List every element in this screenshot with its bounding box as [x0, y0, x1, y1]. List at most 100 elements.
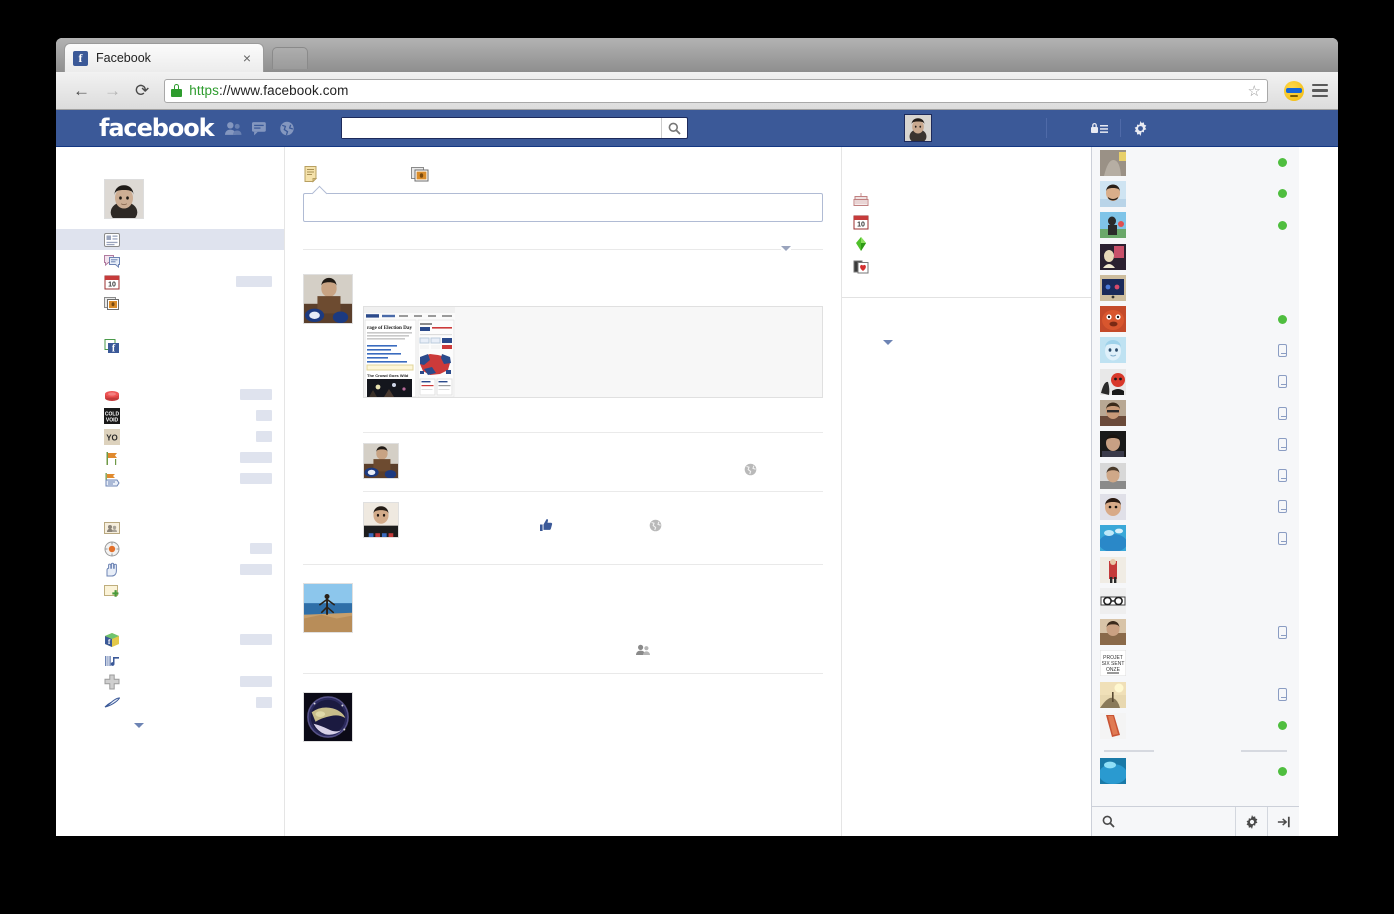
sidebar-item-group-megaphone[interactable]: [56, 468, 285, 489]
messages-icon[interactable]: [252, 121, 269, 136]
right-column-item-events[interactable]: 10: [841, 211, 1091, 233]
chat-contact-row[interactable]: [1092, 397, 1299, 428]
post-author-avatar[interactable]: [303, 692, 353, 742]
tab-strip: f Facebook ×: [56, 38, 1338, 72]
close-tab-icon[interactable]: ×: [239, 50, 255, 66]
chat-contact-row[interactable]: [1092, 585, 1299, 616]
privacy-lock-icon[interactable]: [1091, 122, 1108, 135]
chat-search-button[interactable]: [1092, 807, 1235, 837]
chat-settings-button[interactable]: [1235, 806, 1267, 836]
back-button[interactable]: ←: [66, 82, 97, 99]
chrome-menu-icon[interactable]: [1312, 83, 1328, 98]
sidebar-item-events[interactable]: 10: [56, 271, 285, 292]
chat-collapse-button[interactable]: [1267, 806, 1299, 836]
url-host: www.facebook.com: [230, 83, 349, 98]
chat-contact-row[interactable]: [1092, 147, 1299, 178]
sidebar-item-games[interactable]: [56, 671, 285, 692]
sidebar-item-friends[interactable]: [56, 517, 285, 538]
sidebar-item-apps[interactable]: f: [56, 629, 285, 650]
right-column-item-games[interactable]: [841, 255, 1091, 277]
topbar-divider: [1046, 118, 1047, 138]
chat-contact-row[interactable]: [1092, 523, 1299, 554]
self-profile-thumbnail[interactable]: [904, 114, 932, 142]
sidebar-item-notes[interactable]: [56, 692, 285, 713]
right-column-item-birthdays[interactable]: [841, 189, 1091, 211]
post-author-avatar[interactable]: [303, 274, 353, 324]
chat-contact-row[interactable]: [1092, 178, 1299, 209]
sidebar-item-pokes[interactable]: [56, 538, 285, 559]
comment-privacy[interactable]: [744, 463, 757, 481]
post-privacy[interactable]: [636, 643, 650, 661]
browser-tab-facebook[interactable]: f Facebook ×: [64, 43, 264, 72]
notifications-globe-icon[interactable]: [279, 121, 296, 136]
avatar: [1100, 556, 1126, 583]
public-globe-icon[interactable]: [649, 519, 662, 532]
post-link-preview[interactable]: rage of Election Day The Crowd Goes Wild: [363, 306, 823, 398]
new-tab-button[interactable]: [272, 47, 308, 69]
forward-button[interactable]: →: [97, 82, 128, 99]
sidebar-profile-row[interactable]: [56, 169, 285, 229]
mobile-status-icon: [1278, 343, 1287, 357]
chat-contact-row[interactable]: [1092, 491, 1299, 522]
facebook-logo[interactable]: facebook: [99, 114, 215, 142]
post-author-avatar[interactable]: [303, 583, 353, 633]
friend-requests-icon[interactable]: [225, 121, 242, 136]
young-man-avatar: [364, 503, 398, 537]
group-megaphone-icon: [105, 472, 120, 486]
right-column-more-chevron-down-icon[interactable]: [883, 340, 893, 345]
cliff-coast-avatar: [304, 584, 352, 632]
avatar: [1100, 306, 1126, 333]
post-body: [363, 692, 823, 742]
sidebar-item-badge: [240, 564, 272, 575]
composer-tab-photo[interactable]: [411, 161, 429, 187]
search-input[interactable]: [342, 118, 661, 138]
chat-contact-row[interactable]: [1092, 429, 1299, 460]
chat-contact-row[interactable]: [1092, 335, 1299, 366]
sidebar-item-music[interactable]: [56, 650, 285, 671]
comment-author-avatar[interactable]: [363, 443, 399, 479]
sidebar-item-photos[interactable]: [56, 292, 285, 313]
chat-contact-row[interactable]: [1092, 756, 1299, 787]
sidebar-item-group-yo[interactable]: YO: [56, 426, 285, 447]
status-composer-input[interactable]: [303, 193, 823, 222]
profile-avatar[interactable]: [104, 179, 144, 219]
chat-contact-row[interactable]: [1092, 554, 1299, 585]
facebook-search-box[interactable]: [341, 117, 688, 139]
sidebar-item-page[interactable]: f: [56, 335, 285, 356]
sidebar-item-group-coldvoid[interactable]: COLD VOID: [56, 405, 285, 426]
chat-contact-row[interactable]: [1092, 366, 1299, 397]
sidebar-item-create-group[interactable]: [56, 580, 285, 601]
sidebar-item-news-feed[interactable]: [56, 229, 285, 250]
address-bar[interactable]: https://www.facebook.com ☆: [164, 78, 1268, 103]
sidebar-more-chevron-down-icon[interactable]: [134, 723, 144, 728]
sidebar-item-groups[interactable]: [56, 559, 285, 580]
account-settings-gear-icon[interactable]: [1133, 120, 1148, 136]
feed-post: [303, 565, 823, 674]
chat-contact-row[interactable]: [1092, 710, 1299, 741]
sunglasses-emoji-extension-icon[interactable]: [1284, 80, 1304, 101]
sidebar-item-messages[interactable]: [56, 250, 285, 271]
sidebar-item-badge: [256, 410, 272, 421]
chat-contact-row[interactable]: [1092, 210, 1299, 241]
bookmark-star-icon[interactable]: ☆: [1248, 82, 1261, 100]
groups-icon: [106, 562, 117, 576]
sidebar-item-group-flag[interactable]: [56, 447, 285, 468]
chat-contact-row[interactable]: PROJETSIX SENTONZE PROJET SIX SENT ONZE: [1092, 648, 1299, 679]
chat-contact-row[interactable]: [1092, 616, 1299, 647]
chat-contact-row[interactable]: [1092, 241, 1299, 272]
chat-contact-list[interactable]: PROJETSIX SENTONZE PROJET SIX SENT ONZE: [1092, 147, 1299, 806]
mobile-status-icon: [1278, 469, 1287, 483]
right-column-item-sims[interactable]: [841, 233, 1091, 255]
comment-author-avatar[interactable]: [363, 502, 399, 538]
reload-button[interactable]: ⟳: [128, 82, 156, 99]
thumbs-up-icon[interactable]: [539, 518, 553, 532]
feed-sort-chevron-down-icon[interactable]: [781, 246, 791, 251]
chat-contact-row[interactable]: [1092, 303, 1299, 334]
avatar: [1100, 337, 1126, 364]
chat-contact-row[interactable]: [1092, 460, 1299, 491]
chat-contact-row[interactable]: [1092, 679, 1299, 710]
composer-tab-status[interactable]: [303, 161, 321, 187]
chat-contact-row[interactable]: [1092, 272, 1299, 303]
sidebar-item-group-drum[interactable]: [56, 384, 285, 405]
search-button[interactable]: [661, 118, 687, 138]
